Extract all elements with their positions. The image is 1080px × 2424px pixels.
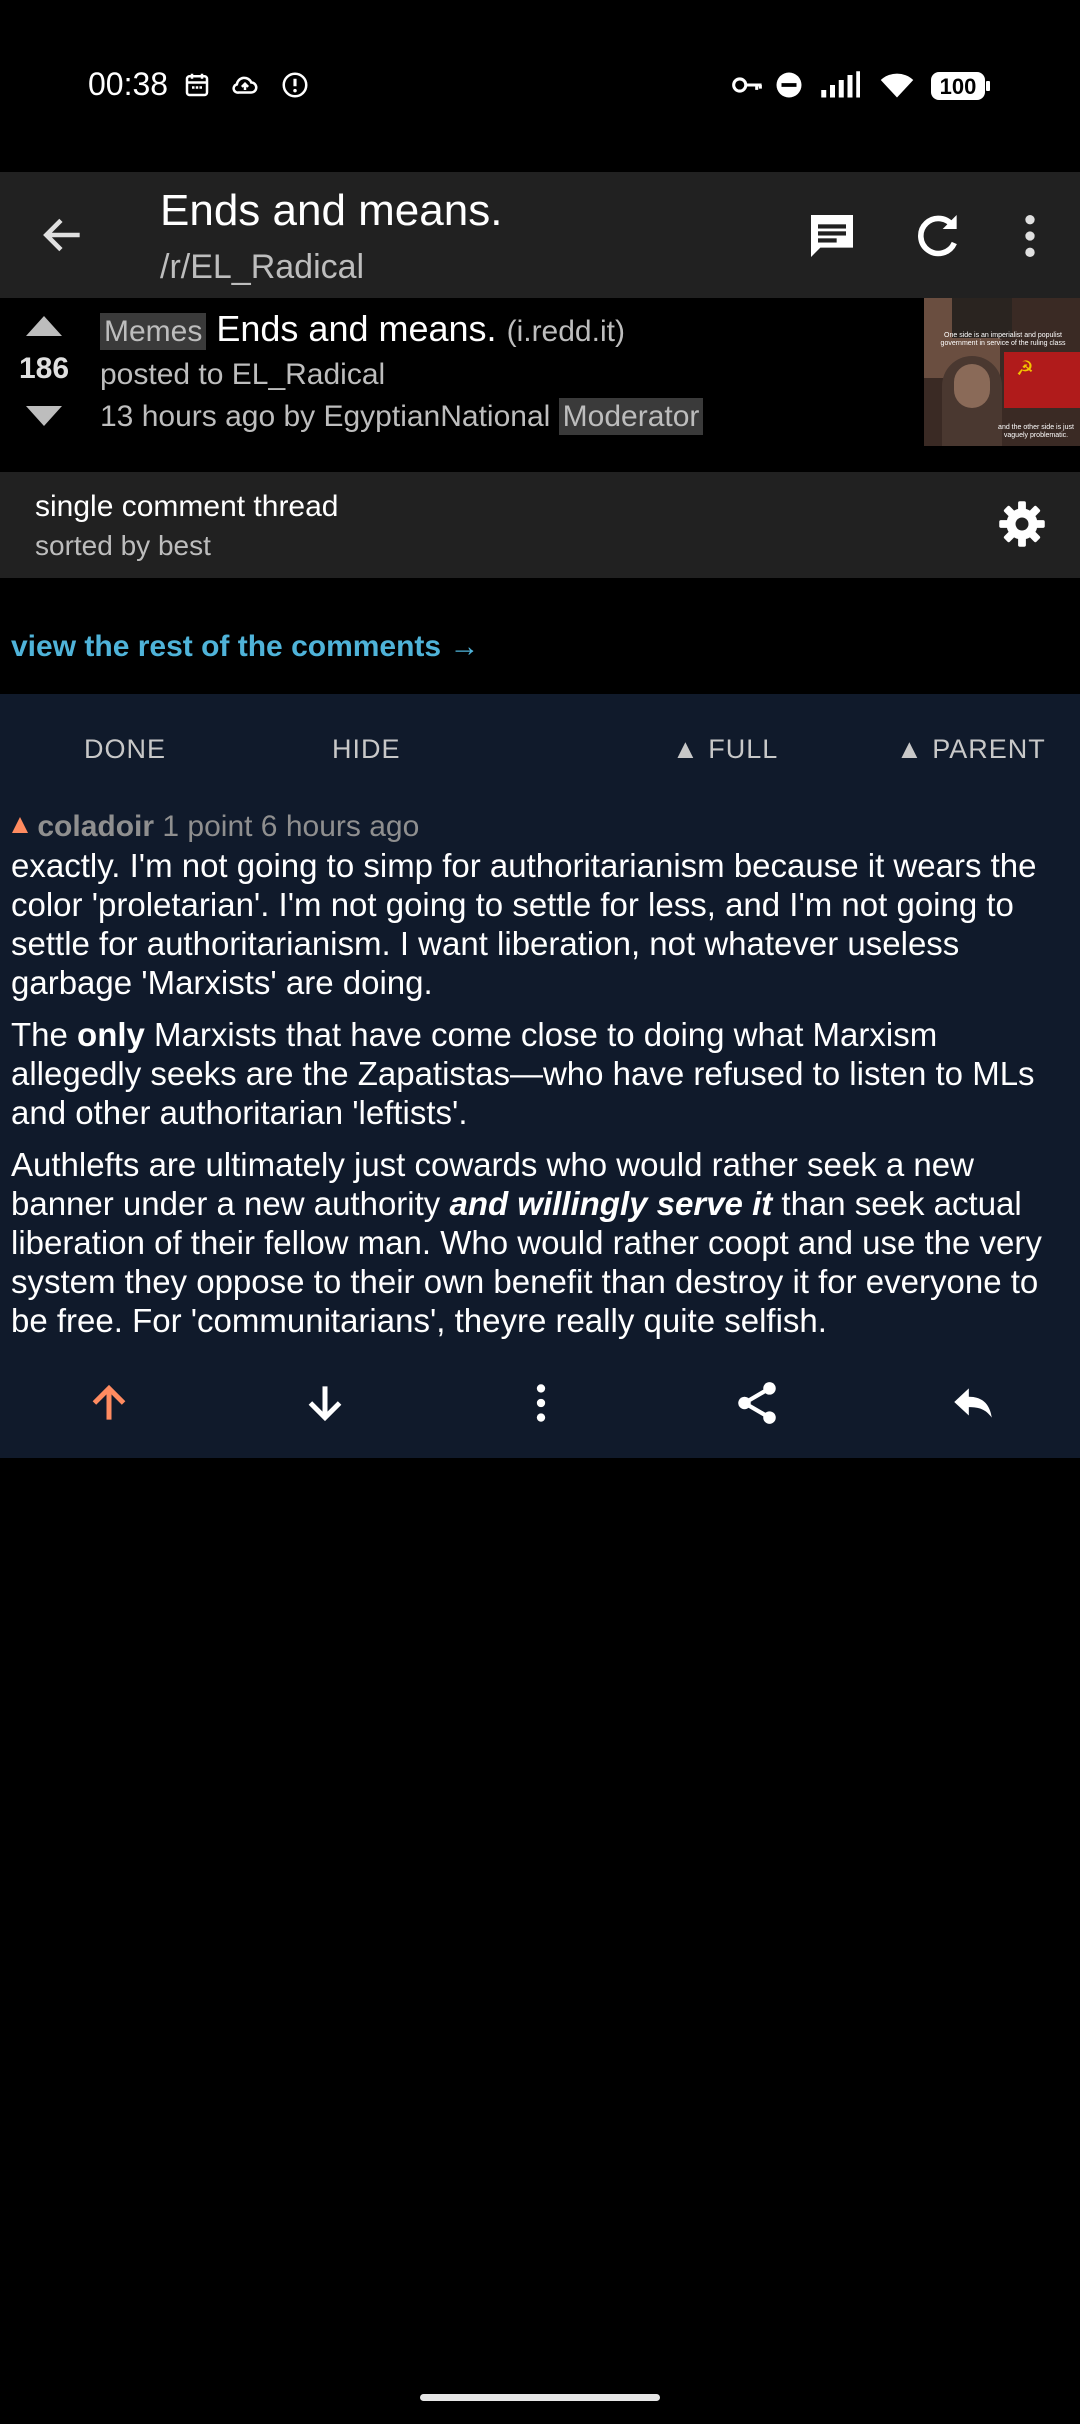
comment-header: coladoir 1 point 6 hours ago (11, 808, 419, 844)
back-arrow-icon[interactable] (38, 210, 88, 260)
post-domain: (i.redd.it) (506, 315, 625, 348)
wifi-icon (878, 70, 916, 100)
sort-label: sorted by best (35, 530, 211, 561)
home-indicator[interactable] (420, 2394, 660, 2401)
hide-button[interactable]: HIDE (332, 734, 401, 765)
post-byline: 13 hours ago by EgyptianNational Moderat… (100, 398, 704, 435)
posted-to: posted to EL_Radical (100, 358, 386, 391)
more-options-icon[interactable] (516, 1378, 566, 1428)
subreddit-subtitle[interactable]: /r/EL_Radical (160, 248, 364, 287)
calendar-icon (182, 70, 212, 100)
thumbnail-bottom-caption: and the other side is just vaguely probl… (998, 424, 1074, 439)
post-title: Ends and means. (216, 308, 497, 349)
thumbnail-top-caption: One side is an imperialist and populist … (940, 332, 1066, 347)
signal-icon (820, 70, 860, 100)
comment-paragraph-3: Authlefts are ultimately just cowards wh… (11, 1146, 1042, 1339)
post-thumbnail[interactable]: ☭ One side is an imperialist and populis… (924, 298, 1080, 450)
comment-icon[interactable] (804, 208, 860, 264)
cloud-upload-icon (230, 70, 260, 100)
moderator-tag: Moderator (558, 398, 704, 435)
page-title: Ends and means. (160, 186, 503, 235)
post-score: 186 (18, 352, 70, 385)
battery-level: 100 (939, 74, 977, 99)
do-not-disturb-icon (774, 70, 804, 100)
vpn-key-icon (730, 70, 764, 100)
thread-info-bar (0, 472, 1080, 578)
post-title-line[interactable]: Memes Ends and means. (i.redd.it) (100, 308, 625, 350)
thread-mode-label: single comment thread (35, 490, 339, 523)
battery-icon: 100 (930, 70, 992, 102)
status-time: 00:38 (88, 66, 169, 102)
comment-paragraph-2: The only Marxists that have come close t… (11, 1016, 1035, 1131)
parent-button[interactable]: ▲ PARENT (896, 734, 1046, 765)
more-vertical-icon[interactable] (1002, 208, 1058, 264)
full-button[interactable]: ▲ FULL (672, 734, 778, 765)
upvote-arrow-icon[interactable] (24, 314, 64, 338)
alert-circle-icon (280, 70, 310, 100)
view-rest-of-comments-link[interactable]: view the rest of the comments → (11, 630, 479, 664)
gear-icon[interactable] (996, 498, 1048, 550)
downvote-arrow-icon[interactable] (24, 404, 64, 428)
comment-paragraph-1: exactly. I'm not going to simp for autho… (11, 847, 1037, 1001)
reply-icon[interactable] (948, 1378, 998, 1428)
comment-meta: 1 point 6 hours ago (162, 810, 420, 843)
upvoted-indicator-icon (11, 808, 29, 833)
comment-body: exactly. I'm not going to simp for autho… (11, 846, 1071, 1353)
done-button[interactable]: DONE (84, 734, 166, 765)
downvote-icon[interactable] (300, 1378, 350, 1428)
share-icon[interactable] (732, 1378, 782, 1428)
post-time-author: 13 hours ago by EgyptianNational (100, 400, 551, 433)
refresh-icon[interactable] (910, 208, 966, 264)
post-flair: Memes (100, 313, 207, 350)
comment-author[interactable]: coladoir (37, 810, 154, 843)
upvote-icon[interactable] (84, 1378, 134, 1428)
